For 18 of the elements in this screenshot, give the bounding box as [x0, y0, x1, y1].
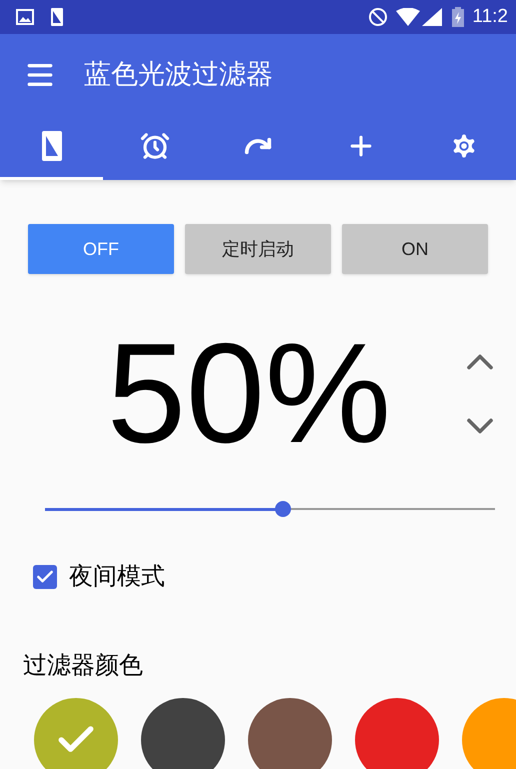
app-title: 蓝色光波过滤器 — [84, 58, 273, 92]
alarm-clock-icon — [140, 131, 170, 161]
intensity-slider[interactable] — [45, 500, 495, 518]
do-not-disturb-icon — [368, 7, 388, 27]
picture-notification-icon — [16, 9, 34, 25]
wifi-icon — [396, 8, 420, 26]
signal-icon — [422, 8, 442, 26]
status-time: 11:2 — [472, 4, 508, 29]
intensity-reading: 50% — [106, 323, 392, 465]
night-mode-checkbox[interactable] — [33, 565, 57, 589]
phone-notification-icon — [50, 7, 64, 27]
mode-button[interactable]: OFF — [28, 224, 174, 274]
battery-icon — [452, 7, 464, 27]
mode-button[interactable]: 定时启动 — [185, 224, 331, 274]
section-title: 过滤器颜色 — [22, 651, 144, 681]
phone-icon — [40, 130, 63, 162]
mode-button[interactable]: ON — [342, 224, 488, 274]
night-mode-label: 夜间模式 — [69, 562, 165, 592]
